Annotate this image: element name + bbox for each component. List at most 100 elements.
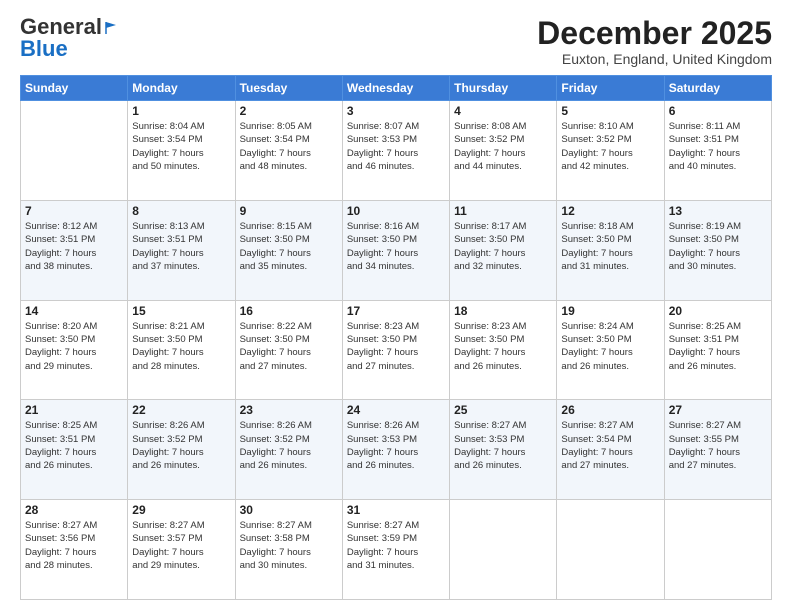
logo-general: General xyxy=(20,16,102,38)
day-number: 28 xyxy=(25,503,123,517)
day-info: Sunrise: 8:23 AM Sunset: 3:50 PM Dayligh… xyxy=(347,320,445,373)
calendar-cell xyxy=(450,500,557,600)
calendar-dow-monday: Monday xyxy=(128,76,235,101)
day-info: Sunrise: 8:19 AM Sunset: 3:50 PM Dayligh… xyxy=(669,220,767,273)
calendar-week-row: 28 Sunrise: 8:27 AM Sunset: 3:56 PM Dayli… xyxy=(21,500,772,600)
calendar-cell xyxy=(557,500,664,600)
day-number: 14 xyxy=(25,304,123,318)
calendar-cell: 27 Sunrise: 8:27 AM Sunset: 3:55 PM Dayli… xyxy=(664,400,771,500)
calendar-cell: 15Sunrise: 8:21 AM Sunset: 3:50 PM Dayli… xyxy=(128,300,235,400)
day-info: Sunrise: 8:21 AM Sunset: 3:50 PM Dayligh… xyxy=(132,320,230,373)
day-number: 8 xyxy=(132,204,230,218)
day-info: Sunrise: 8:27 AM Sunset: 3:55 PM Dayligh… xyxy=(669,419,767,472)
day-number: 27 xyxy=(669,403,767,417)
calendar-cell: 20Sunrise: 8:25 AM Sunset: 3:51 PM Dayli… xyxy=(664,300,771,400)
day-number: 5 xyxy=(561,104,659,118)
page: General Blue December 2025 Euxton, Engla… xyxy=(0,0,792,612)
calendar-cell: 10 Sunrise: 8:16 AM Sunset: 3:50 PM Dayli… xyxy=(342,200,449,300)
day-info: Sunrise: 8:13 AM Sunset: 3:51 PM Dayligh… xyxy=(132,220,230,273)
day-info: Sunrise: 8:27 AM Sunset: 3:59 PM Dayligh… xyxy=(347,519,445,572)
calendar-table: SundayMondayTuesdayWednesdayThursdayFrid… xyxy=(20,75,772,600)
day-number: 29 xyxy=(132,503,230,517)
day-info: Sunrise: 8:24 AM Sunset: 3:50 PM Dayligh… xyxy=(561,320,659,373)
day-info: Sunrise: 8:04 AM Sunset: 3:54 PM Dayligh… xyxy=(132,120,230,173)
calendar-cell: 24Sunrise: 8:26 AM Sunset: 3:53 PM Dayli… xyxy=(342,400,449,500)
day-number: 23 xyxy=(240,403,338,417)
day-number: 18 xyxy=(454,304,552,318)
day-info: Sunrise: 8:27 AM Sunset: 3:56 PM Dayligh… xyxy=(25,519,123,572)
day-info: Sunrise: 8:07 AM Sunset: 3:53 PM Dayligh… xyxy=(347,120,445,173)
day-number: 22 xyxy=(132,403,230,417)
calendar-dow-friday: Friday xyxy=(557,76,664,101)
day-number: 11 xyxy=(454,204,552,218)
day-info: Sunrise: 8:10 AM Sunset: 3:52 PM Dayligh… xyxy=(561,120,659,173)
day-info: Sunrise: 8:26 AM Sunset: 3:52 PM Dayligh… xyxy=(132,419,230,472)
calendar-cell: 1 Sunrise: 8:04 AM Sunset: 3:54 PM Daylig… xyxy=(128,101,235,201)
day-number: 12 xyxy=(561,204,659,218)
title-block: December 2025 Euxton, England, United Ki… xyxy=(537,16,772,67)
calendar-cell: 21 Sunrise: 8:25 AM Sunset: 3:51 PM Dayli… xyxy=(21,400,128,500)
logo-blue: Blue xyxy=(20,38,68,60)
day-number: 31 xyxy=(347,503,445,517)
day-info: Sunrise: 8:27 AM Sunset: 3:57 PM Dayligh… xyxy=(132,519,230,572)
day-info: Sunrise: 8:11 AM Sunset: 3:51 PM Dayligh… xyxy=(669,120,767,173)
calendar-cell: 2 Sunrise: 8:05 AM Sunset: 3:54 PM Daylig… xyxy=(235,101,342,201)
calendar-week-row: 1 Sunrise: 8:04 AM Sunset: 3:54 PM Daylig… xyxy=(21,101,772,201)
calendar-cell: 29 Sunrise: 8:27 AM Sunset: 3:57 PM Dayli… xyxy=(128,500,235,600)
calendar-header-row: SundayMondayTuesdayWednesdayThursdayFrid… xyxy=(21,76,772,101)
day-number: 10 xyxy=(347,204,445,218)
day-number: 25 xyxy=(454,403,552,417)
day-number: 16 xyxy=(240,304,338,318)
calendar-dow-saturday: Saturday xyxy=(664,76,771,101)
logo: General Blue xyxy=(20,16,118,60)
day-info: Sunrise: 8:26 AM Sunset: 3:52 PM Dayligh… xyxy=(240,419,338,472)
day-number: 21 xyxy=(25,403,123,417)
calendar-cell: 19 Sunrise: 8:24 AM Sunset: 3:50 PM Dayli… xyxy=(557,300,664,400)
calendar-week-row: 7 Sunrise: 8:12 AM Sunset: 3:51 PM Daylig… xyxy=(21,200,772,300)
calendar-cell: 5 Sunrise: 8:10 AM Sunset: 3:52 PM Daylig… xyxy=(557,101,664,201)
calendar-dow-wednesday: Wednesday xyxy=(342,76,449,101)
calendar-cell: 14 Sunrise: 8:20 AM Sunset: 3:50 PM Dayli… xyxy=(21,300,128,400)
day-info: Sunrise: 8:08 AM Sunset: 3:52 PM Dayligh… xyxy=(454,120,552,173)
day-info: Sunrise: 8:27 AM Sunset: 3:58 PM Dayligh… xyxy=(240,519,338,572)
day-info: Sunrise: 8:20 AM Sunset: 3:50 PM Dayligh… xyxy=(25,320,123,373)
day-number: 7 xyxy=(25,204,123,218)
day-info: Sunrise: 8:12 AM Sunset: 3:51 PM Dayligh… xyxy=(25,220,123,273)
calendar-cell xyxy=(664,500,771,600)
day-number: 3 xyxy=(347,104,445,118)
calendar-cell: 3 Sunrise: 8:07 AM Sunset: 3:53 PM Daylig… xyxy=(342,101,449,201)
calendar-cell: 18 Sunrise: 8:23 AM Sunset: 3:50 PM Dayli… xyxy=(450,300,557,400)
day-info: Sunrise: 8:25 AM Sunset: 3:51 PM Dayligh… xyxy=(25,419,123,472)
calendar-week-row: 21 Sunrise: 8:25 AM Sunset: 3:51 PM Dayli… xyxy=(21,400,772,500)
day-number: 17 xyxy=(347,304,445,318)
day-info: Sunrise: 8:27 AM Sunset: 3:53 PM Dayligh… xyxy=(454,419,552,472)
day-number: 9 xyxy=(240,204,338,218)
calendar-dow-thursday: Thursday xyxy=(450,76,557,101)
calendar-cell: 4 Sunrise: 8:08 AM Sunset: 3:52 PM Daylig… xyxy=(450,101,557,201)
day-number: 26 xyxy=(561,403,659,417)
day-number: 19 xyxy=(561,304,659,318)
calendar-dow-tuesday: Tuesday xyxy=(235,76,342,101)
day-info: Sunrise: 8:23 AM Sunset: 3:50 PM Dayligh… xyxy=(454,320,552,373)
calendar-cell: 30Sunrise: 8:27 AM Sunset: 3:58 PM Dayli… xyxy=(235,500,342,600)
month-title: December 2025 xyxy=(537,16,772,51)
day-info: Sunrise: 8:05 AM Sunset: 3:54 PM Dayligh… xyxy=(240,120,338,173)
calendar-cell: 9Sunrise: 8:15 AM Sunset: 3:50 PM Daylig… xyxy=(235,200,342,300)
day-number: 4 xyxy=(454,104,552,118)
calendar-cell: 22 Sunrise: 8:26 AM Sunset: 3:52 PM Dayli… xyxy=(128,400,235,500)
day-info: Sunrise: 8:16 AM Sunset: 3:50 PM Dayligh… xyxy=(347,220,445,273)
day-info: Sunrise: 8:26 AM Sunset: 3:53 PM Dayligh… xyxy=(347,419,445,472)
day-number: 2 xyxy=(240,104,338,118)
calendar-cell: 23 Sunrise: 8:26 AM Sunset: 3:52 PM Dayli… xyxy=(235,400,342,500)
day-info: Sunrise: 8:22 AM Sunset: 3:50 PM Dayligh… xyxy=(240,320,338,373)
calendar-cell: 26Sunrise: 8:27 AM Sunset: 3:54 PM Dayli… xyxy=(557,400,664,500)
day-number: 1 xyxy=(132,104,230,118)
day-info: Sunrise: 8:25 AM Sunset: 3:51 PM Dayligh… xyxy=(669,320,767,373)
calendar-cell: 11Sunrise: 8:17 AM Sunset: 3:50 PM Dayli… xyxy=(450,200,557,300)
calendar-cell: 7 Sunrise: 8:12 AM Sunset: 3:51 PM Daylig… xyxy=(21,200,128,300)
calendar-cell: 13Sunrise: 8:19 AM Sunset: 3:50 PM Dayli… xyxy=(664,200,771,300)
day-info: Sunrise: 8:18 AM Sunset: 3:50 PM Dayligh… xyxy=(561,220,659,273)
day-number: 6 xyxy=(669,104,767,118)
header: General Blue December 2025 Euxton, Engla… xyxy=(20,16,772,67)
calendar-cell: 8 Sunrise: 8:13 AM Sunset: 3:51 PM Daylig… xyxy=(128,200,235,300)
